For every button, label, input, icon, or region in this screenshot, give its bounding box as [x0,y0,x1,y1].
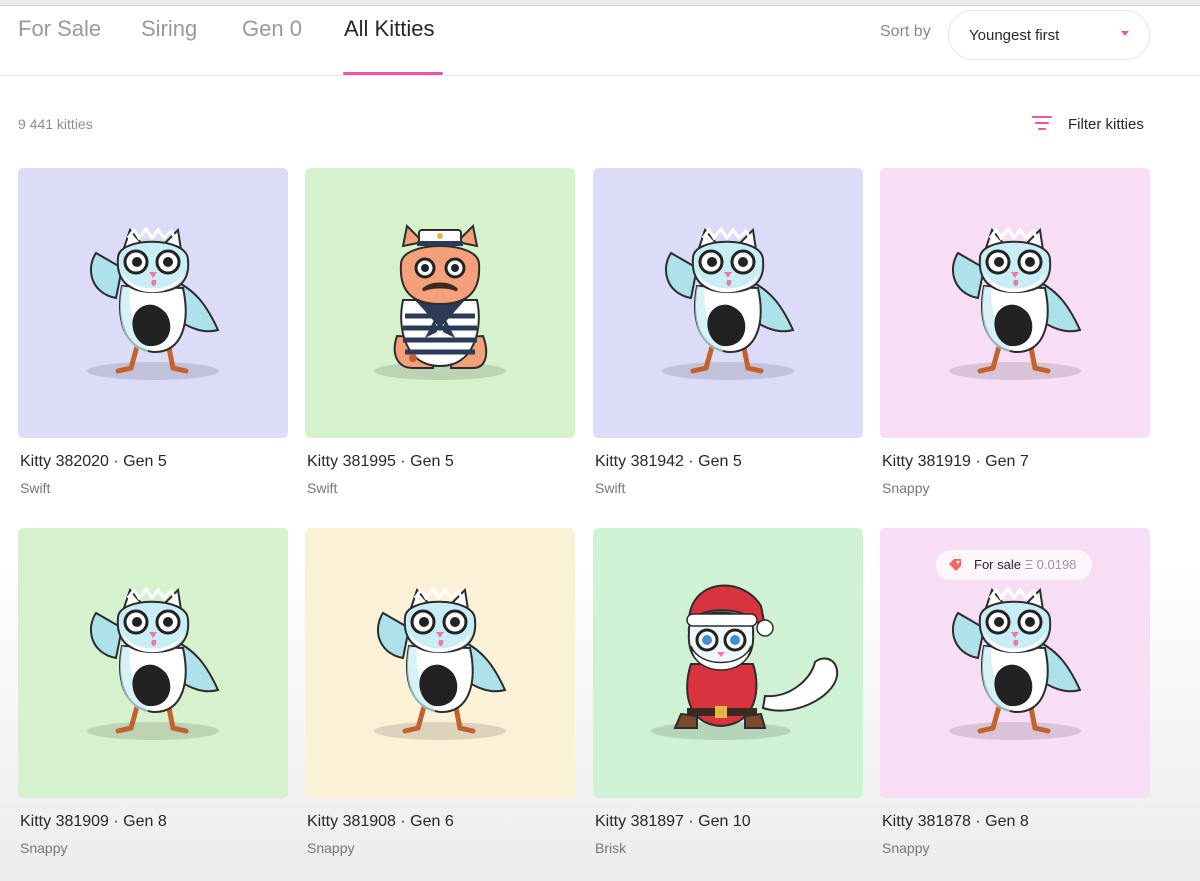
kitty-image[interactable] [18,168,288,438]
category-tabs: For Sale Siring Gen 0 All Kitties Sort b… [0,6,1200,76]
bird-cat-illustration [662,226,795,380]
for-sale-label: For sale [974,557,1025,572]
kitty-card[interactable]: For sale Ξ 0.0198 Kitty 381878 · Gen 8 Sna… [880,528,1150,878]
santa-cat-illustration [651,584,839,740]
sailor-cat-illustration [374,223,506,380]
kitty-name[interactable]: Kitty 381897 · Gen 10 [595,813,751,831]
kitty-image[interactable] [18,528,288,798]
sort-value: Youngest first [969,27,1060,44]
kitty-cooldown: Swift [307,480,338,496]
tab-for-sale[interactable]: For Sale [18,16,101,42]
kitty-image[interactable] [593,528,863,798]
kitty-name[interactable]: Kitty 381908 · Gen 6 [307,813,454,831]
kitty-name[interactable]: Kitty 381878 · Gen 8 [882,813,1029,831]
kitty-cooldown: Swift [595,480,626,496]
kitty-cooldown: Snappy [882,480,930,496]
kitty-image[interactable]: For sale Ξ 0.0198 [880,528,1150,798]
bird-cat-illustration [87,586,220,740]
sort-label: Sort by [880,23,931,40]
kitty-name[interactable]: Kitty 381909 · Gen 8 [20,813,167,831]
kitty-card[interactable]: Kitty 381897 · Gen 10 Brisk [593,528,863,878]
kitty-card[interactable]: Kitty 381995 · Gen 5 Swift [305,168,575,518]
for-sale-badge: For sale Ξ 0.0198 [936,550,1093,580]
kitty-cooldown: Brisk [595,840,627,856]
kitty-card[interactable]: Kitty 381942 · Gen 5 Swift [593,168,863,518]
caret-down-icon [1121,31,1129,36]
tab-all-kitties[interactable]: All Kitties [344,16,434,42]
kitty-name[interactable]: Kitty 382020 · Gen 5 [20,453,167,471]
kitty-cooldown: Swift [20,480,51,496]
kitty-name[interactable]: Kitty 381942 · Gen 5 [595,453,742,471]
kitty-card[interactable]: Kitty 381919 · Gen 7 Snappy [880,168,1150,518]
tab-siring[interactable]: Siring [141,16,197,42]
active-tab-indicator [343,72,443,75]
kitty-image[interactable] [880,168,1150,438]
kitty-cooldown: Snappy [882,840,930,856]
kitty-image[interactable] [593,168,863,438]
kitty-card[interactable]: Kitty 382020 · Gen 5 Swift [18,168,288,518]
bird-cat-illustration [949,226,1082,380]
sort-dropdown[interactable]: Youngest first [948,10,1150,60]
kitty-name[interactable]: Kitty 381995 · Gen 5 [307,453,454,471]
kitty-image[interactable] [305,528,575,798]
filter-icon [1032,116,1052,132]
bird-cat-illustration [374,586,507,740]
bird-cat-illustration [87,226,220,380]
kitty-card[interactable]: Kitty 381908 · Gen 6 Snappy [305,528,575,878]
filter-label: Filter kitties [1068,116,1144,133]
kitty-image[interactable] [305,168,575,438]
sale-price: Ξ 0.0198 [1024,557,1077,572]
kitty-name[interactable]: Kitty 381919 · Gen 7 [882,453,1029,471]
price-tag-icon [949,559,961,571]
tab-gen-0[interactable]: Gen 0 [242,16,302,42]
kitty-count: 9 441 kitties [18,116,93,132]
kitty-cooldown: Snappy [307,840,355,856]
kitty-card[interactable]: Kitty 381909 · Gen 8 Snappy [18,528,288,878]
kitty-cooldown: Snappy [20,840,68,856]
